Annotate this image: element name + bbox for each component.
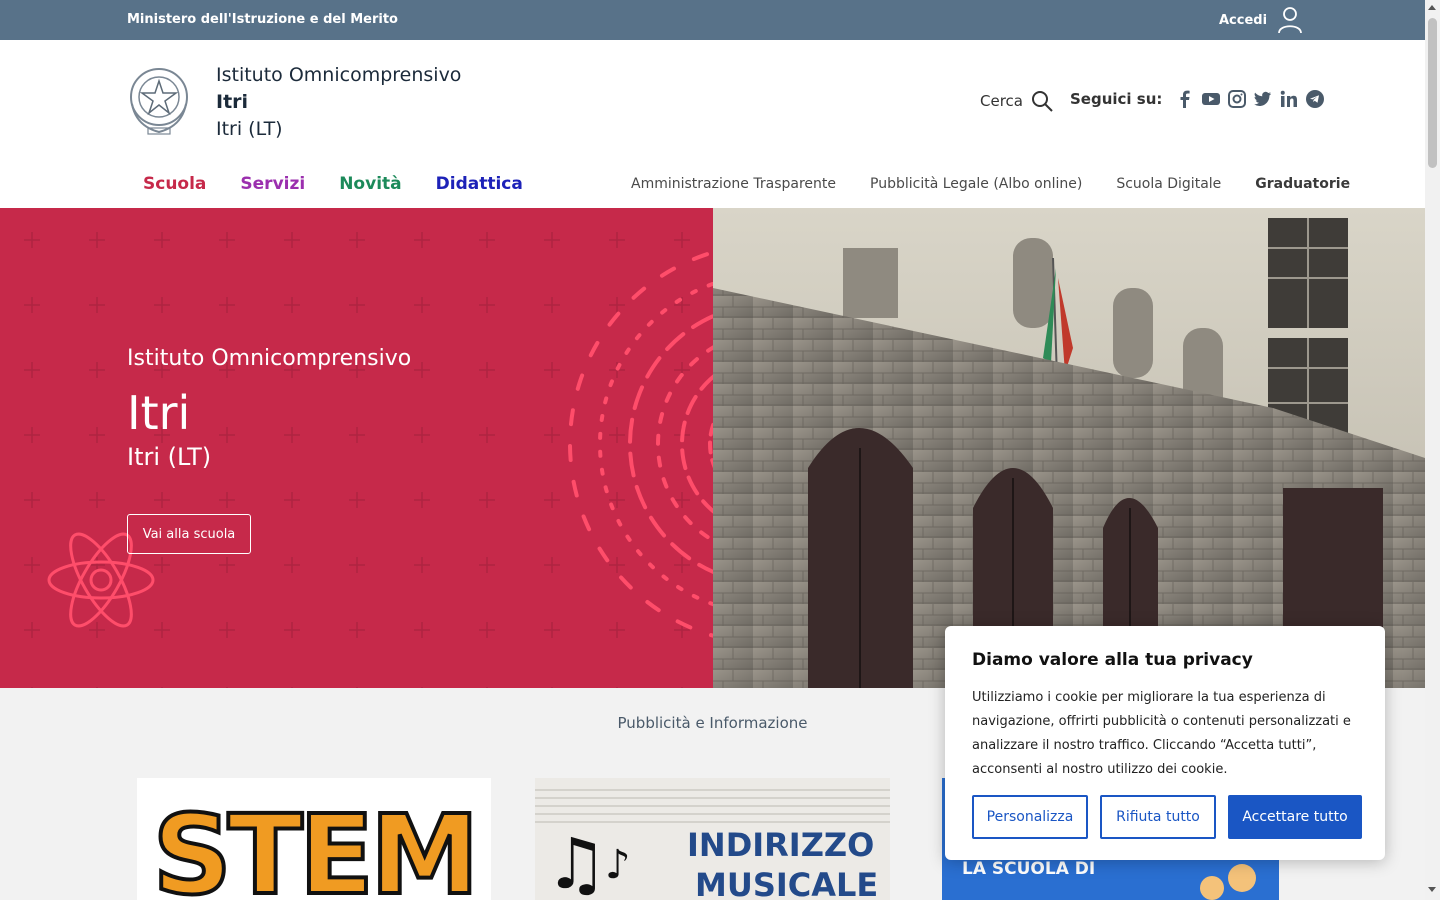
card-stem[interactable]: STEM (137, 778, 491, 900)
scroll-up-icon[interactable] (1428, 5, 1436, 10)
scrollbar-thumb[interactable] (1428, 18, 1437, 168)
hero-title-line1: Istituto Omnicomprensivo (127, 346, 412, 371)
hero-banner: Istituto Omnicomprensivo Itri Itri (LT) … (0, 208, 713, 688)
top-bar: Ministero dell'Istruzione e del Merito A… (0, 0, 1425, 40)
svg-text:♪: ♪ (605, 842, 631, 888)
cookie-customize-button[interactable]: Personalizza (972, 795, 1088, 839)
nav-scuola[interactable]: Scuola (143, 174, 206, 194)
youtube-icon[interactable] (1202, 90, 1221, 108)
telegram-icon[interactable] (1306, 90, 1325, 108)
search-label: Cerca (980, 92, 1023, 110)
hero-title-line2: Itri (127, 386, 191, 440)
cookie-reject-button[interactable]: Rifiuta tutto (1100, 795, 1216, 839)
go-to-school-button[interactable]: Vai alla scuola (127, 514, 251, 554)
nav-scuola-digitale[interactable]: Scuola Digitale (1116, 176, 1221, 192)
login-button[interactable]: Accedi (1219, 6, 1303, 34)
nav-pubblicita-legale[interactable]: Pubblicità Legale (Albo online) (870, 176, 1082, 192)
cookie-consent-dialog: Diamo valore alla tua privacy Utilizziam… (945, 626, 1385, 860)
facebook-icon[interactable] (1176, 90, 1194, 108)
nav-graduatorie[interactable]: Graduatorie (1255, 176, 1350, 192)
card-scuola-text: LA SCUOLA DI (962, 859, 1095, 879)
nav-novita[interactable]: Novità (339, 174, 401, 194)
twitter-icon[interactable] (1254, 90, 1272, 108)
ministry-link[interactable]: Ministero dell'Istruzione e del Merito (127, 12, 398, 27)
site-header: Istituto Omnicomprensivo Itri Itri (LT) … (0, 40, 1425, 208)
login-label: Accedi (1219, 12, 1268, 28)
hero-text: Istituto Omnicomprensivo Itri Itri (LT) (127, 346, 411, 471)
card-music-line2: MUSICALE (695, 866, 878, 900)
school-building-photo (713, 208, 1425, 688)
search-icon (1031, 91, 1053, 112)
scroll-down-icon[interactable] (1428, 887, 1436, 892)
hero-title-line3: Itri (LT) (127, 443, 212, 471)
nav-amministrazione-trasparente[interactable]: Amministrazione Trasparente (631, 176, 836, 192)
brand-line1: Istituto Omnicomprensivo (216, 64, 462, 86)
card-stem-text: STEM (153, 791, 476, 900)
card-stem-image: STEM (137, 778, 491, 900)
school-brand[interactable]: Istituto Omnicomprensivo Itri Itri (LT) (216, 62, 461, 143)
user-icon (1278, 7, 1302, 34)
svg-text:♫: ♫ (545, 823, 608, 900)
brand-line3: Itri (LT) (216, 118, 283, 140)
school-building-image (713, 208, 1425, 688)
secondary-navigation: Amministrazione Trasparente Pubblicità L… (631, 176, 1350, 192)
cookie-body: Utilizziamo i cookie per migliorare la t… (972, 690, 1351, 777)
brand-line2: Itri (216, 91, 249, 113)
main-navigation: Scuola Servizi Novità Didattica (143, 174, 523, 194)
nav-servizi[interactable]: Servizi (240, 174, 305, 194)
instagram-icon[interactable] (1228, 90, 1247, 108)
page-scrollbar[interactable] (1425, 0, 1440, 900)
card-music-image: ♫ ♪ INDIRIZZO MUSICALE (535, 778, 890, 900)
social-links: Seguici su: (1070, 90, 1325, 108)
social-label: Seguici su: (1070, 90, 1163, 108)
search-button[interactable]: Cerca (980, 90, 1053, 112)
card-music-line1: INDIRIZZO (687, 826, 874, 864)
card-indirizzo-musicale[interactable]: ♫ ♪ INDIRIZZO MUSICALE (535, 778, 890, 900)
cookie-accept-button[interactable]: Accettare tutto (1228, 795, 1362, 839)
linkedin-icon[interactable] (1280, 90, 1298, 108)
nav-didattica[interactable]: Didattica (436, 174, 523, 194)
cookie-buttons: Personalizza Rifiuta tutto Accettare tut… (972, 795, 1362, 839)
cookie-title: Diamo valore alla tua privacy (972, 650, 1253, 670)
republic-emblem-icon (130, 68, 188, 135)
